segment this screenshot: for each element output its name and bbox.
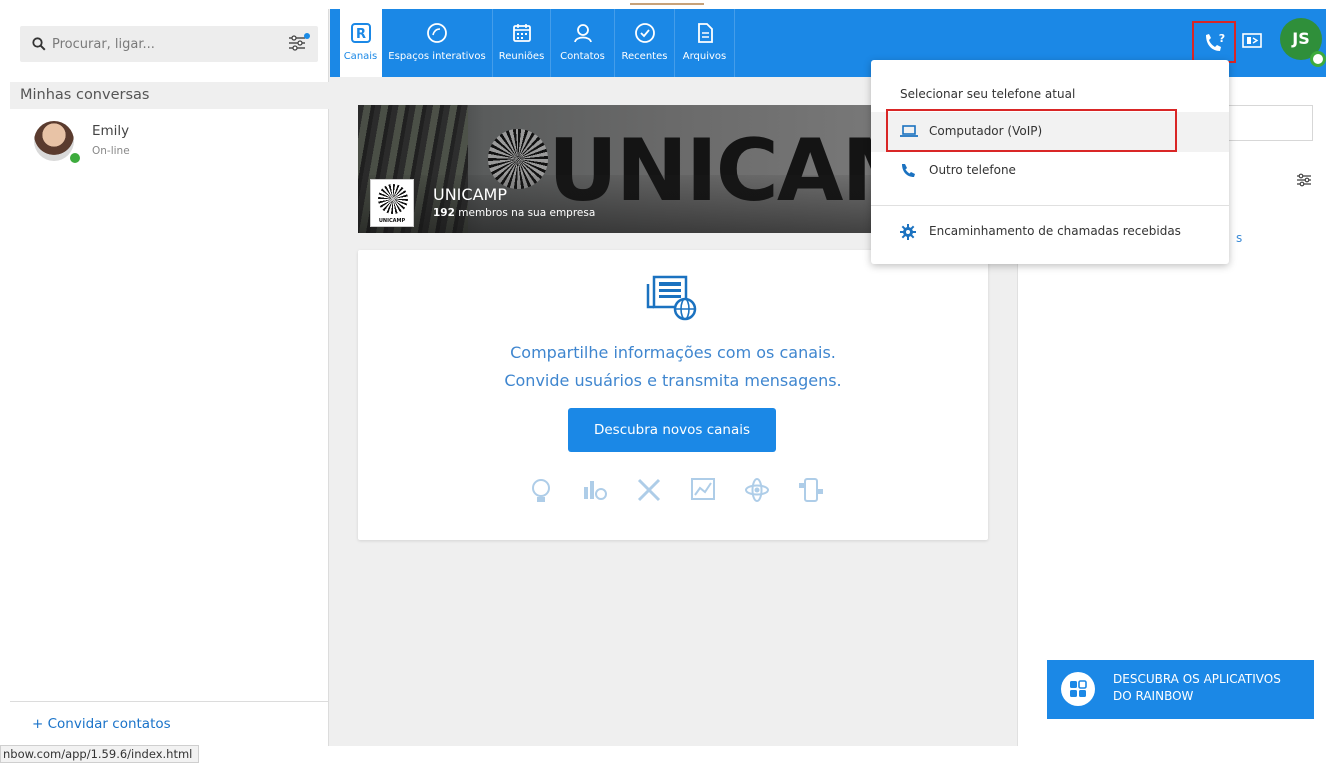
app-window: Minhas conversas Emily On-line + Convida… [10,9,1326,746]
tab-label: Recentes [621,51,668,62]
card-text-line2: Convide usuários e transmita mensagens. [504,371,842,390]
tab-recentes[interactable]: Recentes [615,9,675,77]
lightbulb-icon [532,479,550,502]
screen-icon [1242,33,1262,48]
filter-active-dot [304,33,310,39]
tab-arquivos[interactable]: Arquivos [675,9,735,77]
tab-label: Canais [343,51,378,62]
section-title-conversations: Minhas conversas [10,82,329,109]
svg-text:?: ? [1219,32,1225,45]
channel-logo: UNICAMP [370,179,414,227]
tab-label: Contatos [560,51,605,62]
bubble-icon [427,23,447,43]
logo-text: UNICAMP [378,218,406,224]
tab-label: Reuniões [498,51,545,62]
tab-label: Espaços interativos [388,51,486,62]
conversation-item[interactable]: Emily On-line [10,117,329,167]
search-input[interactable] [52,36,262,52]
contact-name: Emily [92,123,130,139]
channel-title: UNICAMP [433,185,507,204]
logo-sun-icon [378,184,408,214]
tab-contatos[interactable]: Contatos [551,9,615,77]
graph-icon [691,478,715,500]
highlight-box [886,109,1177,152]
clock-icon [634,23,655,43]
member-count-label: membros na sua empresa [454,207,596,219]
discover-channels-button[interactable]: Descubra novos canais [568,408,776,452]
file-icon [697,23,713,43]
presence-online-badge [68,151,82,165]
discover-apps-line1: DESCUBRA OS APLICATIVOS [1113,672,1281,686]
apps-grid-icon [1061,672,1095,706]
channels-intro-card: Compartilhe informações com os canais. C… [358,250,988,540]
discover-apps-button[interactable]: DESCUBRA OS APLICATIVOS DO RAINBOW [1047,660,1314,719]
atom-icon [745,478,769,502]
dropdown-header: Selecionar seu telefone atual [900,87,1076,101]
user-presence-badge [1310,51,1326,67]
sidebar: Minhas conversas Emily On-line + Convida… [10,9,329,746]
sliders-icon[interactable] [1296,173,1312,187]
person-icon [573,24,592,43]
tab-reunioes[interactable]: Reuniões [493,9,551,77]
menu-item-call-forwarding[interactable]: Encaminhamento de chamadas recebidas [871,212,1229,252]
mobile-network-icon [799,478,823,502]
phone-icon [902,164,915,177]
phone-question-icon: ? [1206,32,1225,51]
member-count: 192 [433,207,455,219]
phone-select-dropdown: Selecionar seu telefone atual Computador… [871,60,1229,264]
window-top-indicator [630,3,704,5]
card-text-line1: Compartilhe informações com os canais. [510,343,836,362]
menu-item-label: Encaminhamento de chamadas recebidas [929,224,1181,238]
calendar-icon [512,24,531,42]
screen-share-button[interactable] [1242,33,1262,49]
chart-search-icon [584,481,607,500]
search-box[interactable] [20,26,318,62]
menu-item-label: Outro telefone [929,163,1016,177]
svg-text:R: R [355,27,365,42]
filter-button[interactable] [288,33,310,53]
newspaper-globe-icon [646,275,697,321]
tab-espacos-interativos[interactable]: Espaços interativos [382,9,493,77]
gear-icon [900,224,916,240]
tab-canais[interactable]: R Canais [340,9,382,77]
invite-contacts-link[interactable]: + Convidar contatos [10,701,329,746]
sliders-icon [289,35,305,51]
menu-item-other-phone[interactable]: Outro telefone [871,151,1229,191]
channels-icon: R [350,23,371,43]
channel-members: 192 membros na sua empresa [433,207,595,219]
right-panel-link-fragment[interactable]: s [1236,231,1242,245]
browser-status-url: nbow.com/app/1.59.6/index.html [0,745,200,763]
search-icon [32,37,46,51]
contact-status: On-line [92,145,130,157]
phone-selector-button[interactable]: ? [1192,21,1236,63]
dropdown-divider [871,205,1229,206]
discover-apps-label: DESCUBRA OS APLICATIVOS DO RAINBOW [1113,671,1313,705]
feature-icons-row [526,475,826,511]
tools-icon [637,478,661,502]
tab-label: Arquivos [682,51,727,62]
discover-apps-line2: DO RAINBOW [1113,689,1194,703]
